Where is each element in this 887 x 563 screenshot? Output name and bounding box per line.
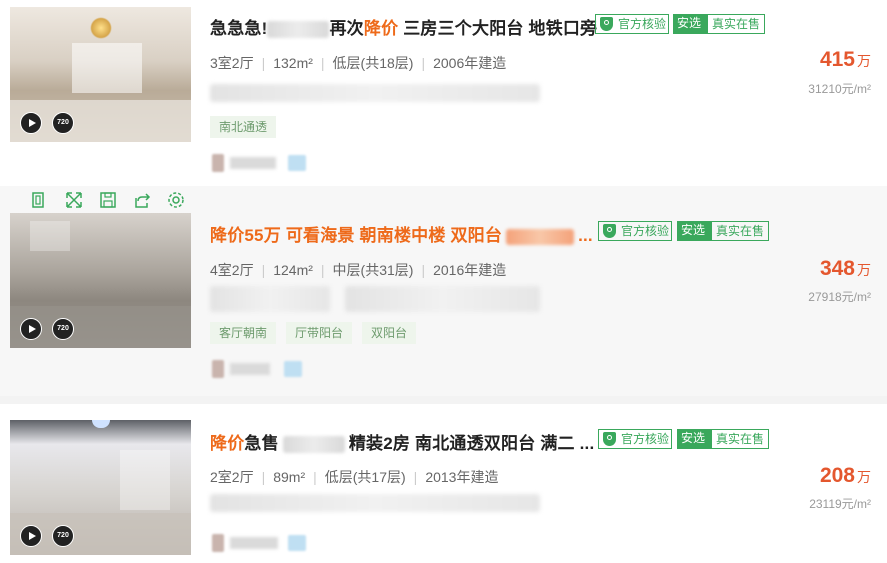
share-icon[interactable] xyxy=(132,190,152,210)
agent-name xyxy=(230,157,276,169)
compare-icon[interactable] xyxy=(28,190,48,210)
real-for-sale-badge: 真实在售 xyxy=(711,221,769,241)
unit-price: 23119元/m² xyxy=(809,497,871,511)
feature-tag: 双阳台 xyxy=(362,322,417,344)
title-text: 降价55万 可看海景 朝南楼中楼 双阳台 xyxy=(210,226,503,245)
listing-card[interactable]: 720 急急急! 再次降价 三房三个大阳台 地铁口旁 官方核验 安选 真实在售 3… xyxy=(0,0,887,186)
expand-icon[interactable] xyxy=(64,190,84,210)
listing-card[interactable]: 720 降价急售 精装2房 南北通透双阳台 满二 ... 官方核验 安选 真实在售… xyxy=(0,404,887,563)
save-icon[interactable] xyxy=(98,190,118,210)
listing-card[interactable]: 720 降价55万 可看海景 朝南楼中楼 双阳台... 官方核验 安选 真实在售… xyxy=(0,186,887,396)
title-text: 三房三个大阳台 地铁口旁 xyxy=(398,19,598,38)
listing-title[interactable]: 降价55万 可看海景 朝南楼中楼 双阳台... xyxy=(210,221,593,246)
shield-icon xyxy=(603,432,616,446)
redacted-address xyxy=(210,84,540,102)
anxuan-badge: 安选 xyxy=(673,14,707,34)
redacted-address xyxy=(210,286,330,312)
real-for-sale-badge: 真实在售 xyxy=(707,14,765,34)
anxuan-badge: 安选 xyxy=(677,429,711,449)
panorama-720-icon[interactable]: 720 xyxy=(52,525,74,547)
official-verify-badge: 官方核验 xyxy=(598,221,672,241)
shield-icon xyxy=(600,17,613,31)
feature-tag: 厅带阳台 xyxy=(286,322,353,344)
panorama-720-icon[interactable]: 720 xyxy=(52,112,74,134)
chat-icon[interactable] xyxy=(288,535,306,551)
chat-icon[interactable] xyxy=(284,361,302,377)
listing-photo[interactable]: 720 xyxy=(10,7,191,142)
listing-title[interactable]: 急急急! 再次降价 三房三个大阳台 地铁口旁 xyxy=(210,14,597,39)
total-price: 348 万 xyxy=(819,257,871,280)
title-text: 再次 xyxy=(329,19,364,38)
total-price: 415 万 xyxy=(819,48,871,71)
listing-info: 3室2厅 | 132m² | 低层(共18层) | 2006年建造 xyxy=(210,55,507,71)
listing-info: 2室2厅 | 89m² | 低层(共17层) | 2013年建造 xyxy=(210,469,499,485)
unit-price: 31210元/m² xyxy=(808,82,871,96)
official-verify-badge: 官方核验 xyxy=(595,14,669,34)
feature-tag: 南北通透 xyxy=(210,116,277,138)
listing-photo[interactable]: 720 xyxy=(10,213,191,348)
chat-icon[interactable] xyxy=(288,155,306,171)
feature-tag: 客厅朝南 xyxy=(210,322,277,344)
official-verify-badge: 官方核验 xyxy=(598,429,672,449)
total-price: 208 万 xyxy=(819,464,871,487)
title-text: 急售 xyxy=(244,434,279,453)
play-video-icon[interactable] xyxy=(20,318,42,340)
listing-photo[interactable]: 720 xyxy=(10,420,191,555)
agent-name xyxy=(230,363,270,375)
listing-title[interactable]: 降价急售 精装2房 南北通透双阳台 满二 ... xyxy=(210,429,594,454)
avatar xyxy=(212,534,224,552)
title-text: 精装2房 南北通透双阳台 满二 ... xyxy=(348,434,595,453)
agent-name xyxy=(230,537,278,549)
title-text: 急急急! xyxy=(210,19,268,38)
redacted-text xyxy=(282,436,345,454)
ceiling-light-image xyxy=(92,420,110,428)
title-highlight: 降价 xyxy=(363,19,399,38)
avatar xyxy=(212,154,224,172)
redacted-text xyxy=(267,21,330,39)
title-ellipsis: ... xyxy=(578,226,593,245)
anxuan-badge: 安选 xyxy=(677,221,711,241)
divider xyxy=(0,396,887,404)
redacted-text xyxy=(506,228,575,245)
shield-icon xyxy=(603,224,616,238)
unit-price: 27918元/m² xyxy=(808,290,871,304)
listing-info: 4室2厅 | 124m² | 中层(共31层) | 2016年建造 xyxy=(210,262,507,278)
panorama-720-icon[interactable]: 720 xyxy=(52,318,74,340)
title-highlight: 降价 xyxy=(210,434,245,453)
play-video-icon[interactable] xyxy=(20,112,42,134)
chandelier-image xyxy=(90,17,112,39)
play-video-icon[interactable] xyxy=(20,525,42,547)
redacted-address xyxy=(210,494,540,512)
real-for-sale-badge: 真实在售 xyxy=(711,429,769,449)
settings-icon[interactable] xyxy=(166,190,186,210)
redacted-address xyxy=(345,286,540,312)
avatar xyxy=(212,360,224,378)
